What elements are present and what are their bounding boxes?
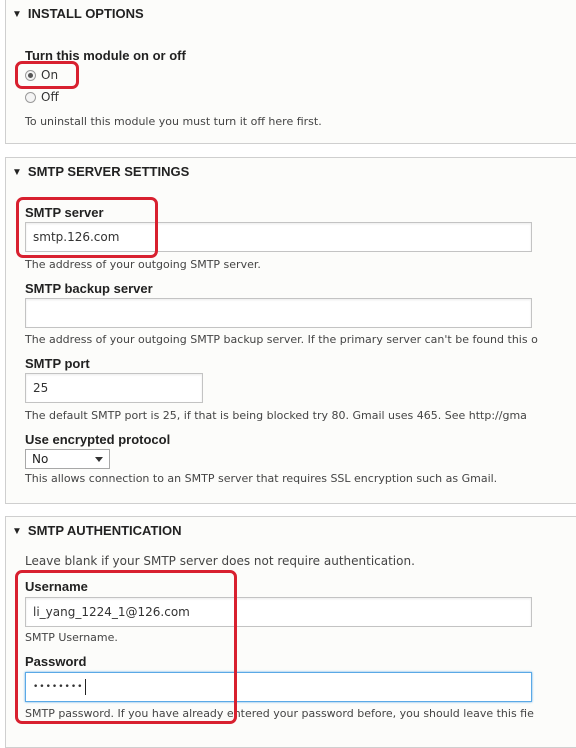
- username-input[interactable]: li_yang_1224_1@126.com: [25, 597, 532, 627]
- smtp-port-input[interactable]: 25: [25, 373, 203, 403]
- smtp-backup-server-label: SMTP backup server: [25, 281, 153, 296]
- smtp-server-settings-fieldset: ▼ SMTP SERVER SETTINGS SMTP server smtp.1…: [5, 157, 576, 504]
- radio-off-control[interactable]: [25, 91, 36, 103]
- install-options-title: INSTALL OPTIONS: [27, 6, 144, 21]
- smtp-authentication-legend[interactable]: ▼ SMTP AUTHENTICATION: [12, 523, 182, 538]
- password-description: SMTP password. If you have already enter…: [25, 707, 534, 720]
- radio-on-control[interactable]: [25, 69, 36, 81]
- smtp-authentication-title: SMTP AUTHENTICATION: [27, 523, 182, 538]
- encrypted-protocol-value: No: [32, 452, 49, 466]
- smtp-server-description: The address of your outgoing SMTP server…: [25, 258, 261, 271]
- radio-off[interactable]: Off: [25, 90, 59, 104]
- triangle-down-icon: ▼: [12, 9, 22, 20]
- smtp-server-settings-title: SMTP SERVER SETTINGS: [27, 164, 190, 179]
- encrypted-protocol-select[interactable]: No: [25, 449, 110, 469]
- smtp-server-input[interactable]: smtp.126.com: [25, 222, 532, 252]
- smtp-backup-server-input[interactable]: [25, 298, 532, 328]
- password-value: ••••••••: [33, 682, 84, 692]
- password-input[interactable]: ••••••••: [25, 672, 532, 702]
- username-label: Username: [25, 579, 88, 594]
- encrypted-protocol-label: Use encrypted protocol: [25, 432, 171, 447]
- install-options-description: To uninstall this module you must turn i…: [25, 115, 322, 128]
- chevron-down-icon: [95, 456, 103, 462]
- smtp-server-settings-legend[interactable]: ▼ SMTP SERVER SETTINGS: [12, 164, 189, 179]
- username-description: SMTP Username.: [25, 631, 118, 644]
- radio-off-label: Off: [41, 90, 59, 104]
- install-options-legend[interactable]: ▼ INSTALL OPTIONS: [12, 6, 144, 21]
- smtp-port-value: 25: [33, 381, 49, 395]
- module-toggle-label: Turn this module on or off: [25, 48, 186, 63]
- install-options-fieldset: ▼ INSTALL OPTIONS Turn this module on or …: [5, 0, 576, 144]
- encrypted-protocol-description: This allows connection to an SMTP server…: [25, 472, 498, 485]
- triangle-down-icon: ▼: [12, 167, 22, 178]
- smtp-server-value: smtp.126.com: [33, 230, 120, 244]
- smtp-backup-server-description: The address of your outgoing SMTP backup…: [25, 333, 538, 346]
- password-label: Password: [25, 654, 87, 669]
- radio-on[interactable]: On: [25, 68, 58, 82]
- smtp-server-label: SMTP server: [25, 205, 104, 220]
- smtp-authentication-intro: Leave blank if your SMTP server does not…: [25, 554, 415, 568]
- radio-on-label: On: [41, 68, 59, 82]
- triangle-down-icon: ▼: [12, 526, 22, 537]
- smtp-port-label: SMTP port: [25, 356, 90, 371]
- smtp-authentication-fieldset: ▼ SMTP AUTHENTICATION Leave blank if your…: [5, 516, 576, 748]
- smtp-port-description: The default SMTP port is 25, if that is …: [25, 409, 527, 422]
- text-cursor: [85, 679, 87, 695]
- username-value: li_yang_1224_1@126.com: [33, 605, 190, 619]
